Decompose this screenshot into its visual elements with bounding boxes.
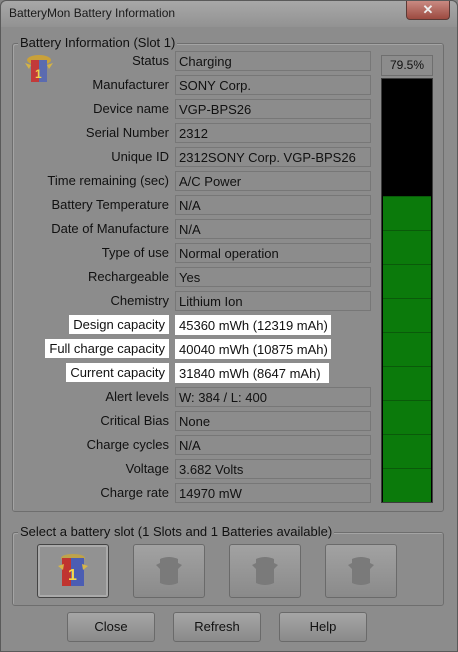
slot-4-button[interactable] (325, 544, 397, 598)
field-value: None (175, 411, 371, 431)
field-value: W: 384 / L: 400 (175, 387, 371, 407)
field-label: Full charge capacity (45, 339, 169, 358)
field-label: Serial Number (85, 125, 169, 140)
charge-segment (383, 366, 431, 400)
field-value: N/A (175, 195, 371, 215)
field-label: Manufacturer (92, 77, 169, 92)
field-label: Design capacity (69, 315, 169, 334)
help-button[interactable]: Help (279, 612, 367, 642)
slot-select-legend: Select a battery slot (1 Slots and 1 Bat… (18, 524, 335, 539)
field-value: 40040 mWh (10875 mAh) (175, 339, 331, 359)
field-label: Device name (93, 101, 169, 116)
field-label: Time remaining (sec) (47, 173, 169, 188)
battery-slot-empty-icon (252, 557, 278, 585)
slot-1-button[interactable]: 1 (37, 544, 109, 598)
field-value: Charging (175, 51, 371, 71)
field-value: Normal operation (175, 243, 371, 263)
charge-segment (383, 298, 431, 332)
field-value: Yes (175, 267, 371, 287)
field-label: Charge rate (100, 485, 169, 500)
field-label: Chemistry (110, 293, 169, 308)
field-value: 2312 (175, 123, 371, 143)
battery-info-legend: Battery Information (Slot 1) (18, 35, 178, 50)
charge-segment (383, 400, 431, 434)
field-label: Date of Manufacture (51, 221, 169, 236)
slot-2-button[interactable] (133, 544, 205, 598)
field-label: Voltage (125, 461, 169, 476)
window-close-button[interactable]: ✕ (406, 1, 450, 20)
battery-slot-empty-icon (348, 557, 374, 585)
title-bar: BatteryMon Battery Information ✕ (1, 1, 457, 27)
field-label: Critical Bias (100, 413, 169, 428)
field-value: 2312SONY Corp. VGP-BPS26 (175, 147, 371, 167)
field-value: SONY Corp. (175, 75, 371, 95)
field-label: Charge cycles (86, 437, 169, 452)
field-label: Rechargeable (88, 269, 169, 284)
slot-3-button[interactable] (229, 544, 301, 598)
field-label: Current capacity (66, 363, 169, 382)
field-label: Status (132, 53, 169, 68)
charge-segment (383, 332, 431, 366)
battery-slot-1-icon: 1 (58, 554, 88, 586)
field-value: A/C Power (175, 171, 371, 191)
charge-meter (381, 78, 433, 503)
field-value: 14970 mW (175, 483, 371, 503)
charge-percent: 79.5% (381, 55, 433, 76)
charge-segment (383, 230, 431, 264)
window-title: BatteryMon Battery Information (9, 6, 176, 20)
charge-segment (383, 264, 431, 298)
close-button[interactable]: Close (67, 612, 155, 642)
field-label: Unique ID (111, 149, 169, 164)
field-value: 45360 mWh (12319 mAh) (175, 315, 331, 335)
charge-segment (383, 468, 431, 502)
field-value: 31840 mWh (8647 mAh) (175, 363, 329, 383)
charge-segment (383, 196, 431, 230)
field-label: Type of use (101, 245, 169, 260)
field-label: Battery Temperature (51, 197, 169, 212)
charge-segment (383, 434, 431, 468)
field-value: VGP-BPS26 (175, 99, 371, 119)
field-value: 3.682 Volts (175, 459, 371, 479)
field-value: N/A (175, 435, 371, 455)
field-value: N/A (175, 219, 371, 239)
svg-text:1: 1 (68, 567, 77, 584)
field-value: Lithium Ion (175, 291, 371, 311)
battery-slot-empty-icon (156, 557, 182, 585)
refresh-button[interactable]: Refresh (173, 612, 261, 642)
field-label: Alert levels (105, 389, 169, 404)
